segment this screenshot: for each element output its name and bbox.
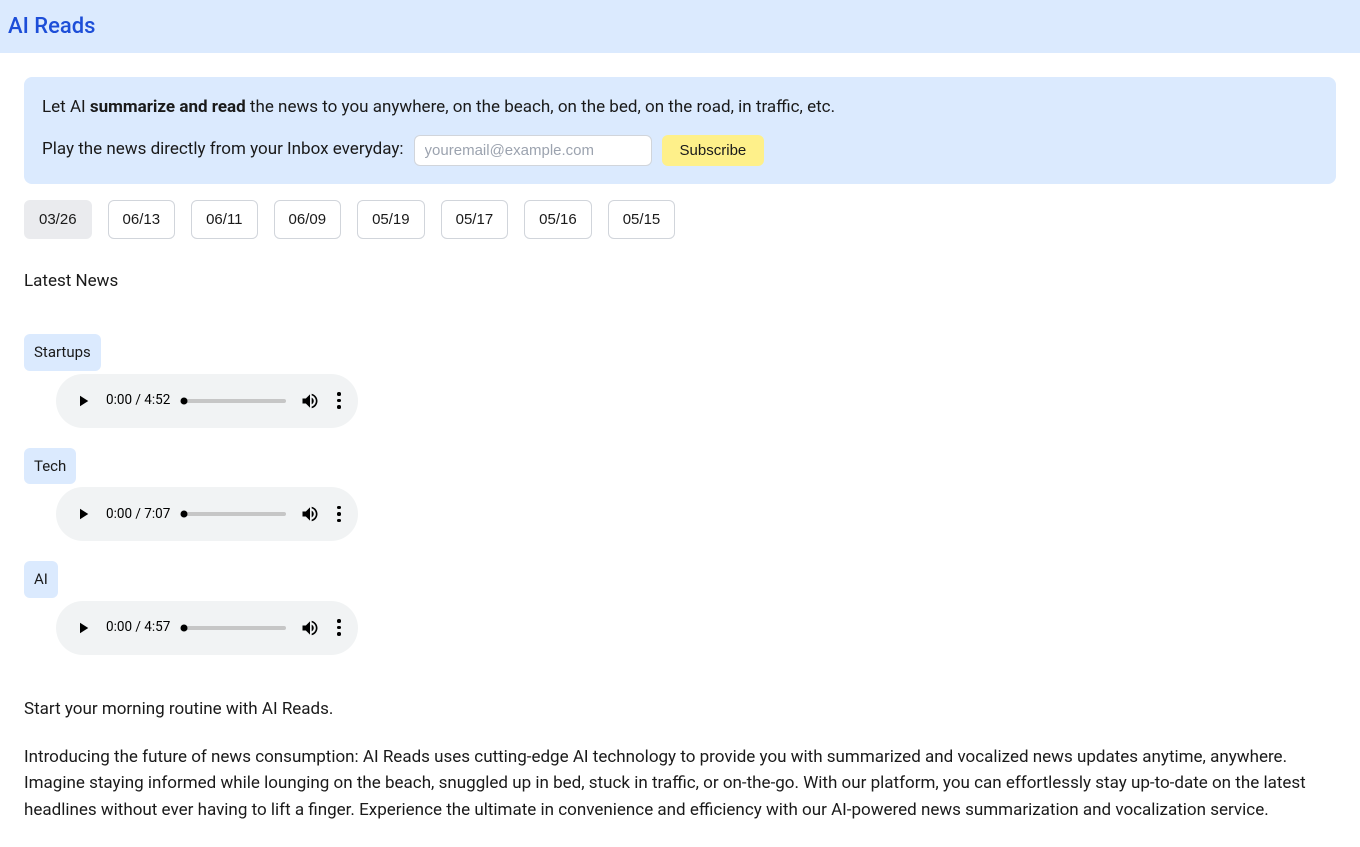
- date-tab[interactable]: 06/11: [191, 200, 257, 239]
- play-icon[interactable]: [74, 619, 92, 637]
- morning-routine-text: Start your morning routine with AI Reads…: [24, 697, 1336, 723]
- date-tab[interactable]: 05/15: [608, 200, 676, 239]
- date-tabs: 03/26 06/13 06/11 06/09 05/19 05/17 05/16 05/15: [24, 200, 1336, 239]
- kebab-menu-icon[interactable]: [330, 505, 348, 523]
- header-bar: AI Reads: [0, 0, 1360, 53]
- volume-icon[interactable]: [300, 391, 320, 411]
- date-tab[interactable]: 06/09: [274, 200, 342, 239]
- date-tab[interactable]: 03/26: [24, 200, 92, 239]
- hero-subscribe-row: Play the news directly from your Inbox e…: [42, 135, 1318, 166]
- hero-panel: Let AI summarize and read the news to yo…: [24, 77, 1336, 184]
- category-block: Startups0:00 / 4:52: [24, 334, 1336, 428]
- hero-tagline: Let AI summarize and read the news to yo…: [42, 95, 1318, 121]
- hero-text-bold: summarize and read: [90, 97, 246, 117]
- category-tag: Startups: [24, 334, 101, 371]
- site-title-link[interactable]: AI Reads: [8, 14, 96, 39]
- subscribe-button[interactable]: Subscribe: [662, 135, 765, 166]
- hero-text-suffix: the news to you anywhere, on the beach, …: [246, 97, 835, 117]
- hero-text-prefix: Let AI: [42, 97, 90, 117]
- volume-icon[interactable]: [300, 504, 320, 524]
- email-field[interactable]: [414, 135, 652, 166]
- date-tab[interactable]: 06/13: [108, 200, 176, 239]
- category-tag: Tech: [24, 448, 76, 485]
- progress-slider[interactable]: [184, 399, 286, 403]
- time-display: 0:00 / 7:07: [106, 504, 170, 524]
- audio-player: 0:00 / 7:07: [56, 487, 358, 541]
- volume-icon[interactable]: [300, 618, 320, 638]
- section-title: Latest News: [24, 269, 1336, 295]
- progress-slider[interactable]: [184, 512, 286, 516]
- play-icon[interactable]: [74, 392, 92, 410]
- category-block: AI 0:00 / 4:57: [24, 561, 1336, 655]
- audio-player: 0:00 / 4:52: [56, 374, 358, 428]
- main-container: Let AI summarize and read the news to yo…: [0, 53, 1360, 847]
- kebab-menu-icon[interactable]: [330, 619, 348, 637]
- progress-slider[interactable]: [184, 626, 286, 630]
- hero-inbox-text: Play the news directly from your Inbox e…: [42, 137, 404, 163]
- audio-player: 0:00 / 4:57: [56, 601, 358, 655]
- categories-list: Startups0:00 / 4:52 Tech 0:00 / 7:07 AI 0:00…: [24, 334, 1336, 655]
- intro-paragraph: Introducing the future of news consumpti…: [24, 744, 1336, 823]
- time-display: 0:00 / 4:57: [106, 617, 170, 637]
- date-tab[interactable]: 05/19: [357, 200, 425, 239]
- category-block: Tech 0:00 / 7:07: [24, 448, 1336, 542]
- kebab-menu-icon[interactable]: [330, 392, 348, 410]
- date-tab[interactable]: 05/16: [524, 200, 592, 239]
- category-tag: AI: [24, 561, 58, 598]
- play-icon[interactable]: [74, 505, 92, 523]
- date-tab[interactable]: 05/17: [441, 200, 509, 239]
- time-display: 0:00 / 4:52: [106, 390, 170, 410]
